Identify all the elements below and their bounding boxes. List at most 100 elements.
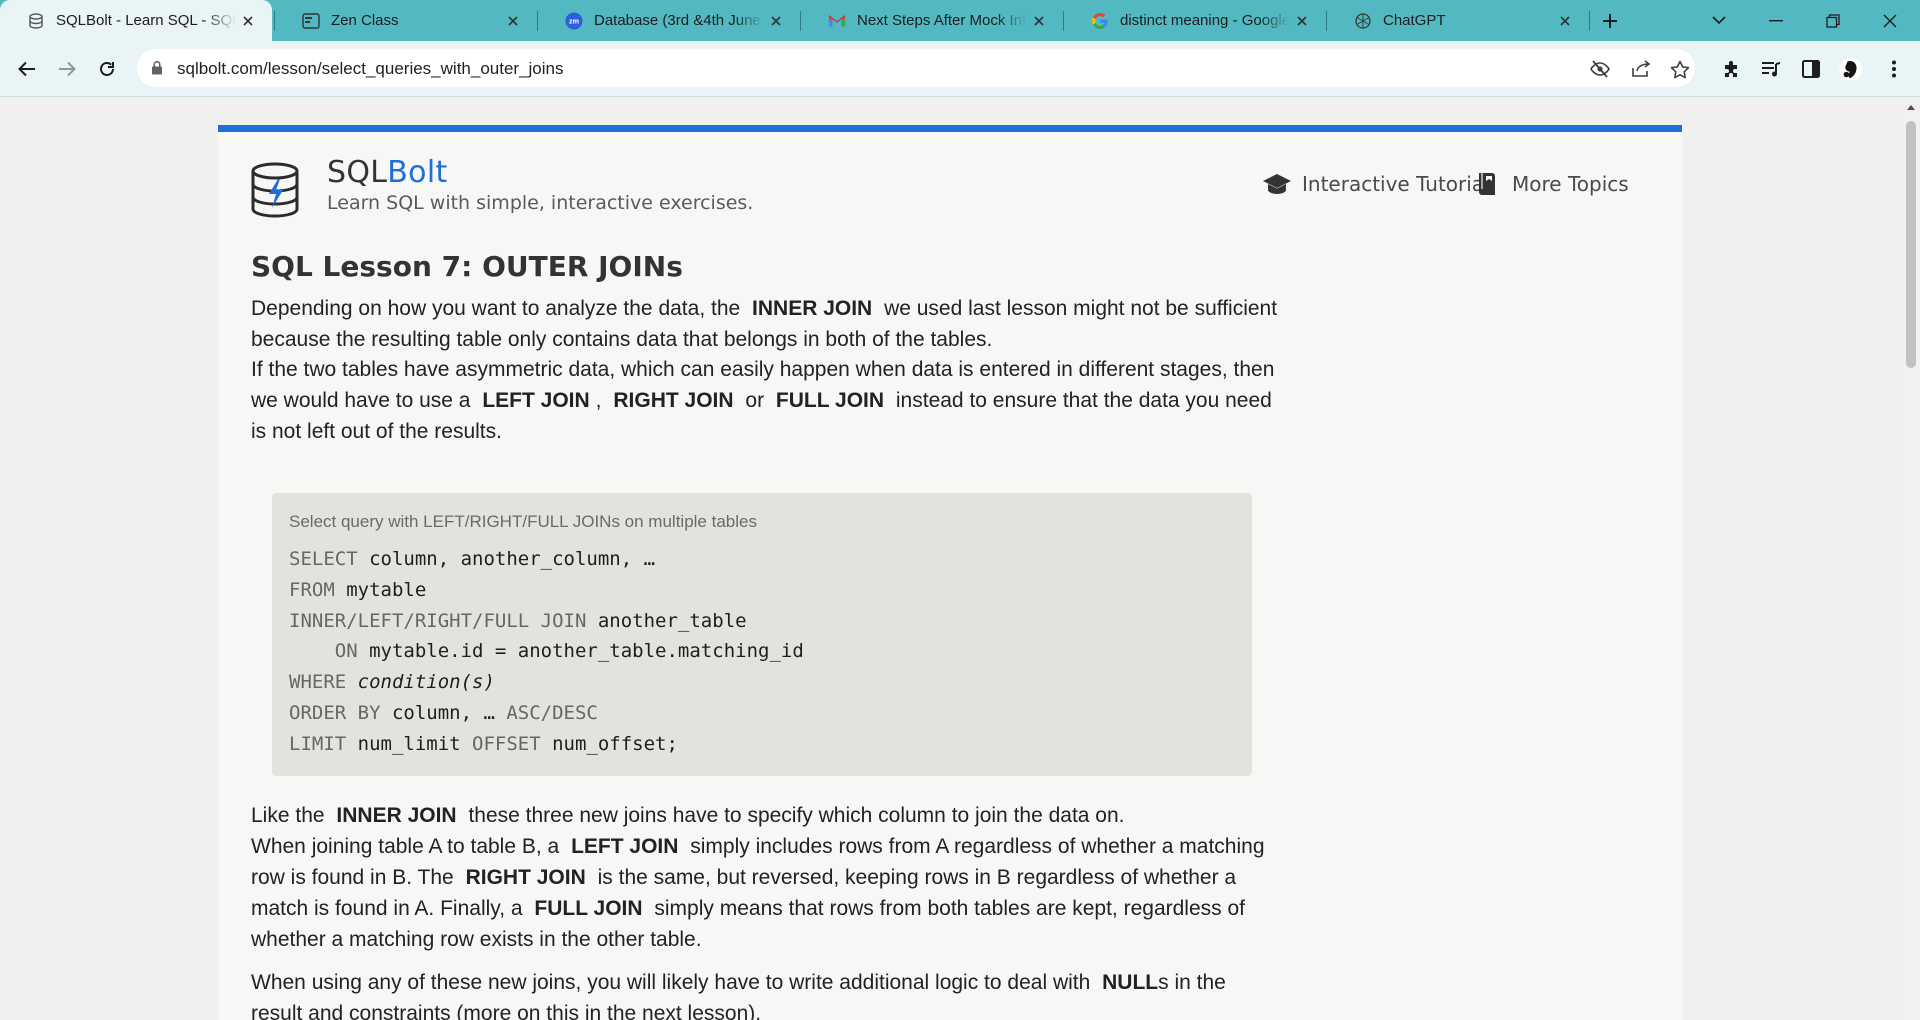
code-text: mytable.id = another_table.matching_id — [357, 640, 804, 663]
code-text: num_offset; — [540, 732, 678, 755]
keyword: INNER JOIN — [336, 804, 457, 827]
page-viewport: SQLBolt Learn SQL with simple, interacti… — [0, 97, 1902, 1020]
media-playlist-icon[interactable] — [1759, 57, 1783, 81]
keyword: LEFT JOIN — [482, 389, 590, 412]
close-window-button[interactable] — [1867, 0, 1913, 41]
text: , — [595, 389, 602, 412]
code-keyword: WHERE — [289, 671, 347, 694]
code-block: SELECT column, another_column, … FROM my… — [289, 544, 804, 760]
back-button[interactable] — [11, 53, 43, 85]
minimize-button[interactable] — [1753, 0, 1799, 41]
paragraph-2: If the two tables have asymmetric data, … — [251, 354, 1281, 447]
reload-icon — [100, 62, 114, 76]
text: or — [745, 389, 765, 412]
lesson-title: SQL Lesson 7: OUTER JOINs — [251, 250, 683, 283]
text: When joining table A to table B, a — [251, 835, 560, 858]
close-icon[interactable] — [1290, 9, 1314, 33]
paragraph-3: Like the INNER JOIN these three new join… — [251, 800, 1281, 955]
zen-class-icon — [302, 12, 320, 30]
zoom-icon: zm — [565, 11, 583, 30]
tab-gmail[interactable]: Next Steps After Mock Inte — [801, 0, 1063, 41]
code-keyword: OFFSET — [460, 732, 541, 755]
code-keyword: INNER/LEFT/RIGHT/FULL JOIN — [289, 609, 587, 632]
new-tab-button[interactable] — [1596, 8, 1624, 34]
keyword: LEFT JOIN — [571, 835, 679, 858]
code-example-box: Select query with LEFT/RIGHT/FULL JOINs … — [272, 493, 1252, 776]
tab-database-zoom[interactable]: zm Database (3rd &4th June 2 — [538, 0, 800, 41]
tab-title: Next Steps After Mock Inte — [857, 12, 1027, 29]
nav-tutorial-label: Interactive Tutorial — [1302, 172, 1490, 196]
side-panel-icon[interactable] — [1799, 57, 1823, 81]
book-icon — [1472, 170, 1502, 198]
code-caption: Select query with LEFT/RIGHT/FULL JOINs … — [289, 512, 757, 531]
nav-more-topics[interactable]: More Topics — [1472, 170, 1629, 198]
keyword: FULL JOIN — [534, 897, 643, 920]
sqlbolt-logo-icon[interactable] — [250, 162, 300, 218]
tab-title: distinct meaning - Google — [1120, 12, 1290, 29]
code-keyword: LIMIT — [289, 732, 347, 755]
star-icon[interactable] — [1668, 57, 1692, 81]
reload-button[interactable] — [91, 53, 123, 85]
tab-chatgpt[interactable]: ChatGPT — [1327, 0, 1589, 41]
profile-avatar[interactable] — [1839, 57, 1863, 81]
keyword: RIGHT JOIN — [465, 866, 586, 889]
close-icon[interactable] — [236, 9, 260, 33]
forward-button[interactable] — [51, 53, 83, 85]
nav-interactive-tutorial[interactable]: Interactive Tutorial — [1262, 170, 1490, 198]
brand-bolt: Bolt — [387, 155, 448, 190]
page-scrollbar[interactable] — [1902, 97, 1920, 1020]
close-icon[interactable] — [1027, 9, 1051, 33]
tab-sqlbolt[interactable]: SQLBolt - Learn SQL - SQL — [0, 0, 272, 41]
code-text: num_limit — [346, 732, 461, 755]
code-text: column, another_column, … — [357, 548, 656, 570]
google-icon — [1091, 12, 1109, 30]
tab-separator — [1589, 11, 1590, 31]
graduation-cap-icon — [1262, 170, 1292, 198]
brand-sql: SQL — [327, 155, 388, 190]
text: these three new joins have to specify wh… — [468, 804, 1125, 827]
close-icon[interactable] — [764, 9, 788, 33]
restore-icon — [1826, 13, 1840, 28]
keyword: INNER JOIN — [752, 297, 873, 320]
text: Like the — [251, 804, 325, 827]
code-keyword: ASC/DESC — [494, 701, 598, 724]
lesson-card: SQLBolt Learn SQL with simple, interacti… — [218, 125, 1682, 1020]
kebab-menu-icon[interactable] — [1882, 57, 1906, 81]
tab-search-button[interactable] — [1696, 0, 1742, 41]
scrollbar-thumb[interactable] — [1906, 121, 1916, 368]
code-text: condition(s) — [346, 671, 495, 694]
close-icon[interactable] — [501, 9, 525, 33]
address-bar[interactable]: sqlbolt.com/lesson/select_queries_with_o… — [137, 49, 1695, 87]
keyword: NULL — [1102, 971, 1159, 994]
code-text: mytable — [334, 578, 427, 601]
code-text: another_table — [586, 609, 747, 632]
nav-topics-label: More Topics — [1512, 172, 1629, 196]
browser-toolbar: sqlbolt.com/lesson/select_queries_with_o… — [0, 41, 1920, 97]
tab-google-search[interactable]: distinct meaning - Google — [1064, 0, 1326, 41]
tab-zen-class[interactable]: Zen Class — [275, 0, 537, 41]
code-keyword: ORDER BY — [289, 701, 381, 724]
tab-title: ChatGPT — [1383, 12, 1446, 29]
site-brand[interactable]: SQLBolt — [327, 155, 448, 190]
keyword: RIGHT JOIN — [613, 389, 734, 412]
lock-icon[interactable] — [151, 60, 165, 76]
chatgpt-icon — [1354, 12, 1372, 30]
text: Depending on how you want to analyze the… — [251, 297, 741, 320]
tab-strip: SQLBolt - Learn SQL - SQL Zen Class zm D… — [0, 0, 1920, 41]
paragraph-1: Depending on how you want to analyze the… — [251, 293, 1281, 355]
close-icon — [1883, 14, 1897, 27]
scroll-up-arrow-icon[interactable] — [1907, 105, 1915, 110]
code-keyword: SELECT — [289, 548, 358, 570]
chevron-down-icon — [1712, 16, 1726, 25]
share-icon[interactable] — [1629, 57, 1653, 81]
site-tagline: Learn SQL with simple, interactive exerc… — [327, 192, 754, 214]
url-text[interactable]: sqlbolt.com/lesson/select_queries_with_o… — [177, 59, 564, 79]
eye-off-icon[interactable] — [1588, 57, 1612, 81]
restore-button[interactable] — [1810, 0, 1856, 41]
close-icon[interactable] — [1553, 9, 1577, 33]
arrow-left-icon — [18, 61, 35, 77]
text: When using any of these new joins, you w… — [251, 971, 1091, 994]
extensions-puzzle-icon[interactable] — [1720, 57, 1744, 81]
tab-title: SQLBolt - Learn SQL - SQL — [56, 12, 236, 29]
svg-text:zm: zm — [569, 16, 579, 25]
